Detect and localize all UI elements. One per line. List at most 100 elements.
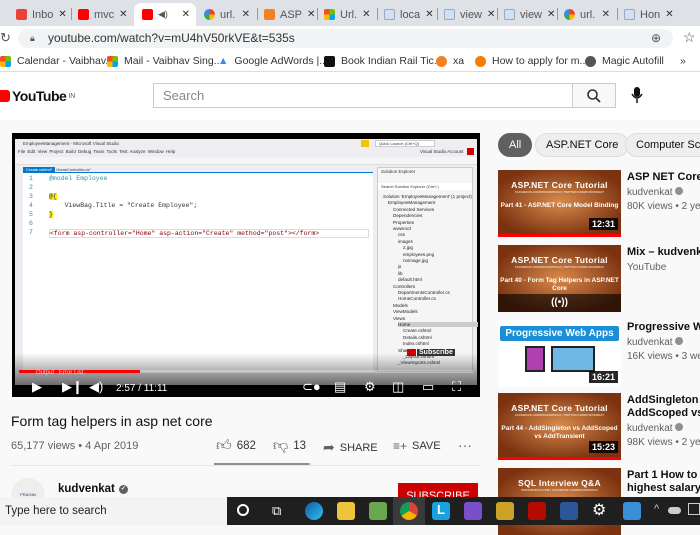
solution-tree-item: Connected Services (393, 206, 435, 212)
solution-tree-item: lib (398, 270, 403, 276)
recommended-thumbnail[interactable]: ASP.NET Core Tutorial FACEBOOK.COM/PRAGIM… (498, 170, 621, 237)
close-tab-icon[interactable]: ✕ (242, 9, 250, 20)
recommended-video-info[interactable]: AddSingleton vs AddScoped vs AddTransien… (627, 394, 700, 448)
like-button[interactable]: 👍︎ 682 (216, 437, 256, 455)
edge-icon[interactable] (305, 502, 323, 520)
bookmark-item[interactable]: How to apply for m... (475, 55, 588, 67)
subtitles-icon[interactable]: ▤ (334, 380, 346, 394)
video-player[interactable]: EmployeeManagement - Microsoft Visual St… (12, 133, 480, 397)
notification-icon[interactable] (688, 503, 700, 515)
task-view-icon[interactable]: ⧉ (272, 503, 281, 519)
settings-icon[interactable]: ⚙ (592, 500, 606, 520)
google-icon (204, 9, 215, 20)
volume-icon[interactable]: ◀) (89, 380, 103, 394)
tab-youtube-mvc[interactable]: mvc ✕ (72, 3, 132, 26)
solution-tree-item: Home (398, 322, 478, 327)
close-tab-icon[interactable]: ✕ (425, 9, 433, 20)
bookmark-item[interactable]: xa (436, 55, 464, 67)
tray-expand-icon[interactable]: ^ (654, 503, 659, 515)
close-tab-icon[interactable]: ✕ (602, 9, 610, 20)
video-duration: 12:31 (588, 218, 618, 230)
bookmark-item[interactable]: ▲ Google AdWords |... (218, 55, 328, 67)
close-tab-icon[interactable]: ✕ (307, 9, 315, 20)
chip-all[interactable]: All (498, 133, 533, 157)
tab-google[interactable]: url. ✕ (198, 3, 256, 26)
close-tab-icon[interactable]: ✕ (487, 9, 495, 20)
save-button[interactable]: ≡+ SAVE (393, 439, 441, 453)
page-icon (444, 9, 455, 20)
chip-aspnet-core[interactable]: ASP.NET Core (535, 133, 630, 157)
onedrive-icon[interactable] (668, 507, 681, 514)
miniplayer-icon[interactable]: ◫ (392, 380, 404, 394)
tab-page[interactable]: loca ✕ (378, 3, 436, 26)
recommended-video-info[interactable]: Part 1 How to find nth highest salary in… (627, 469, 700, 495)
close-tab-icon[interactable]: ✕ (119, 9, 127, 20)
close-tab-icon[interactable]: ✕ (665, 9, 673, 20)
reload-icon[interactable]: ↻ (0, 30, 11, 46)
close-tab-icon[interactable]: ✕ (547, 9, 555, 20)
recommended-thumbnail[interactable]: ASP.NET Core Tutorial FACEBOOK.COM/PRAGIM… (498, 245, 621, 312)
tab-page[interactable]: view ✕ (498, 3, 556, 26)
youtube-logo[interactable]: YouTube IN (0, 88, 75, 104)
visual-studio-icon[interactable] (464, 502, 482, 520)
youtube-icon (78, 9, 89, 20)
tab-microsoft[interactable]: Url. ✕ (318, 3, 376, 26)
recommended-thumbnail[interactable]: ASP.NET Core Tutorial FACEBOOK.COM/PRAGIM… (498, 393, 621, 460)
playlist-add-icon: ≡+ (393, 439, 408, 453)
tab-youtube-active[interactable]: ◀) ✕ (134, 3, 196, 26)
close-tab-icon[interactable]: ✕ (182, 9, 190, 20)
more-actions-icon[interactable]: ··· (458, 437, 472, 453)
recommended-video-info[interactable]: ASP NET Core Model Bindingkudvenkat 80K … (627, 171, 700, 212)
close-tab-icon[interactable]: ✕ (58, 9, 66, 20)
dislike-button[interactable]: 👎︎ 13 (273, 437, 306, 455)
fullscreen-icon[interactable]: ⛶ (452, 380, 461, 394)
recommended-thumbnail[interactable]: Progressive Web Apps 16:21 (498, 320, 621, 387)
file-explorer-icon[interactable] (337, 502, 355, 520)
progress-bar[interactable] (19, 370, 473, 373)
cortana-icon[interactable] (237, 504, 249, 516)
search-input[interactable]: Search (153, 83, 573, 108)
solution-tree-item: Create.cshtml (403, 328, 432, 334)
photos-icon[interactable] (623, 502, 641, 520)
video-views-date: 65,177 views • 4 Apr 2019 (11, 440, 139, 452)
settings-icon[interactable]: ⚙ (364, 380, 376, 394)
tab-google[interactable]: url. ✕ (558, 3, 616, 26)
recommended-video-info[interactable]: Progressive Web Appskudvenkat 16K views … (627, 321, 700, 362)
close-tab-icon[interactable]: ✕ (362, 9, 370, 20)
bookmarks-more-button[interactable]: » (680, 55, 686, 67)
url-input[interactable]: 🔒︎ youtube.com/watch?v=mU4hV50rkVE&t=535s… (18, 29, 673, 48)
lync-icon[interactable]: L (432, 502, 450, 520)
solution-tree-item: js (398, 264, 402, 270)
channel-name[interactable]: kudvenkat ✓ (58, 483, 128, 495)
play-icon[interactable]: ▶ (32, 380, 42, 394)
tab-page[interactable]: view ✕ (438, 3, 496, 26)
recommended-video-info[interactable]: Mix – kudvenkatYouTube (627, 246, 700, 273)
tab-gmail[interactable]: Inbo ✕ (10, 3, 70, 26)
lock-icon: 🔒︎ (30, 33, 35, 43)
tab-stackoverflow[interactable]: ASP ✕ (258, 3, 316, 26)
solution-tree-item: Dependencies (393, 213, 423, 219)
solution-tree-item: noimage.jpg (403, 258, 429, 263)
bookmark-item[interactable]: Book Indian Rail Tic... (324, 55, 443, 67)
install-icon[interactable]: ⊕ (651, 29, 661, 48)
acrobat-icon[interactable] (528, 502, 546, 520)
share-button[interactable]: ➦ SHARE (323, 439, 378, 456)
tools-icon[interactable] (496, 502, 514, 520)
chrome-icon[interactable] (400, 502, 418, 520)
taskbar-search-input[interactable]: Type here to search (0, 497, 227, 525)
next-icon[interactable]: ▶❙ (62, 380, 83, 394)
microphone-icon[interactable] (631, 87, 643, 104)
theater-mode-icon[interactable]: ▭ (422, 380, 434, 394)
bookmark-item[interactable]: Mail - Vaibhav Sing... (107, 55, 222, 67)
autoplay-toggle[interactable]: ⊂● (302, 380, 321, 394)
search-button[interactable] (573, 83, 616, 108)
notepad-icon[interactable] (369, 502, 387, 520)
tab-page[interactable]: Hon ✕ (618, 3, 678, 26)
bookmark-star-icon[interactable]: ☆ (683, 29, 696, 46)
speaker-icon[interactable]: ◀) (158, 9, 168, 20)
bookmark-item[interactable]: Magic Autofill (585, 55, 664, 67)
search-icon (587, 88, 601, 103)
bookmark-item[interactable]: Calendar - Vaibhav... (0, 55, 114, 67)
chip-computer-science[interactable]: Computer Science (625, 133, 700, 157)
word-icon[interactable] (560, 502, 578, 520)
